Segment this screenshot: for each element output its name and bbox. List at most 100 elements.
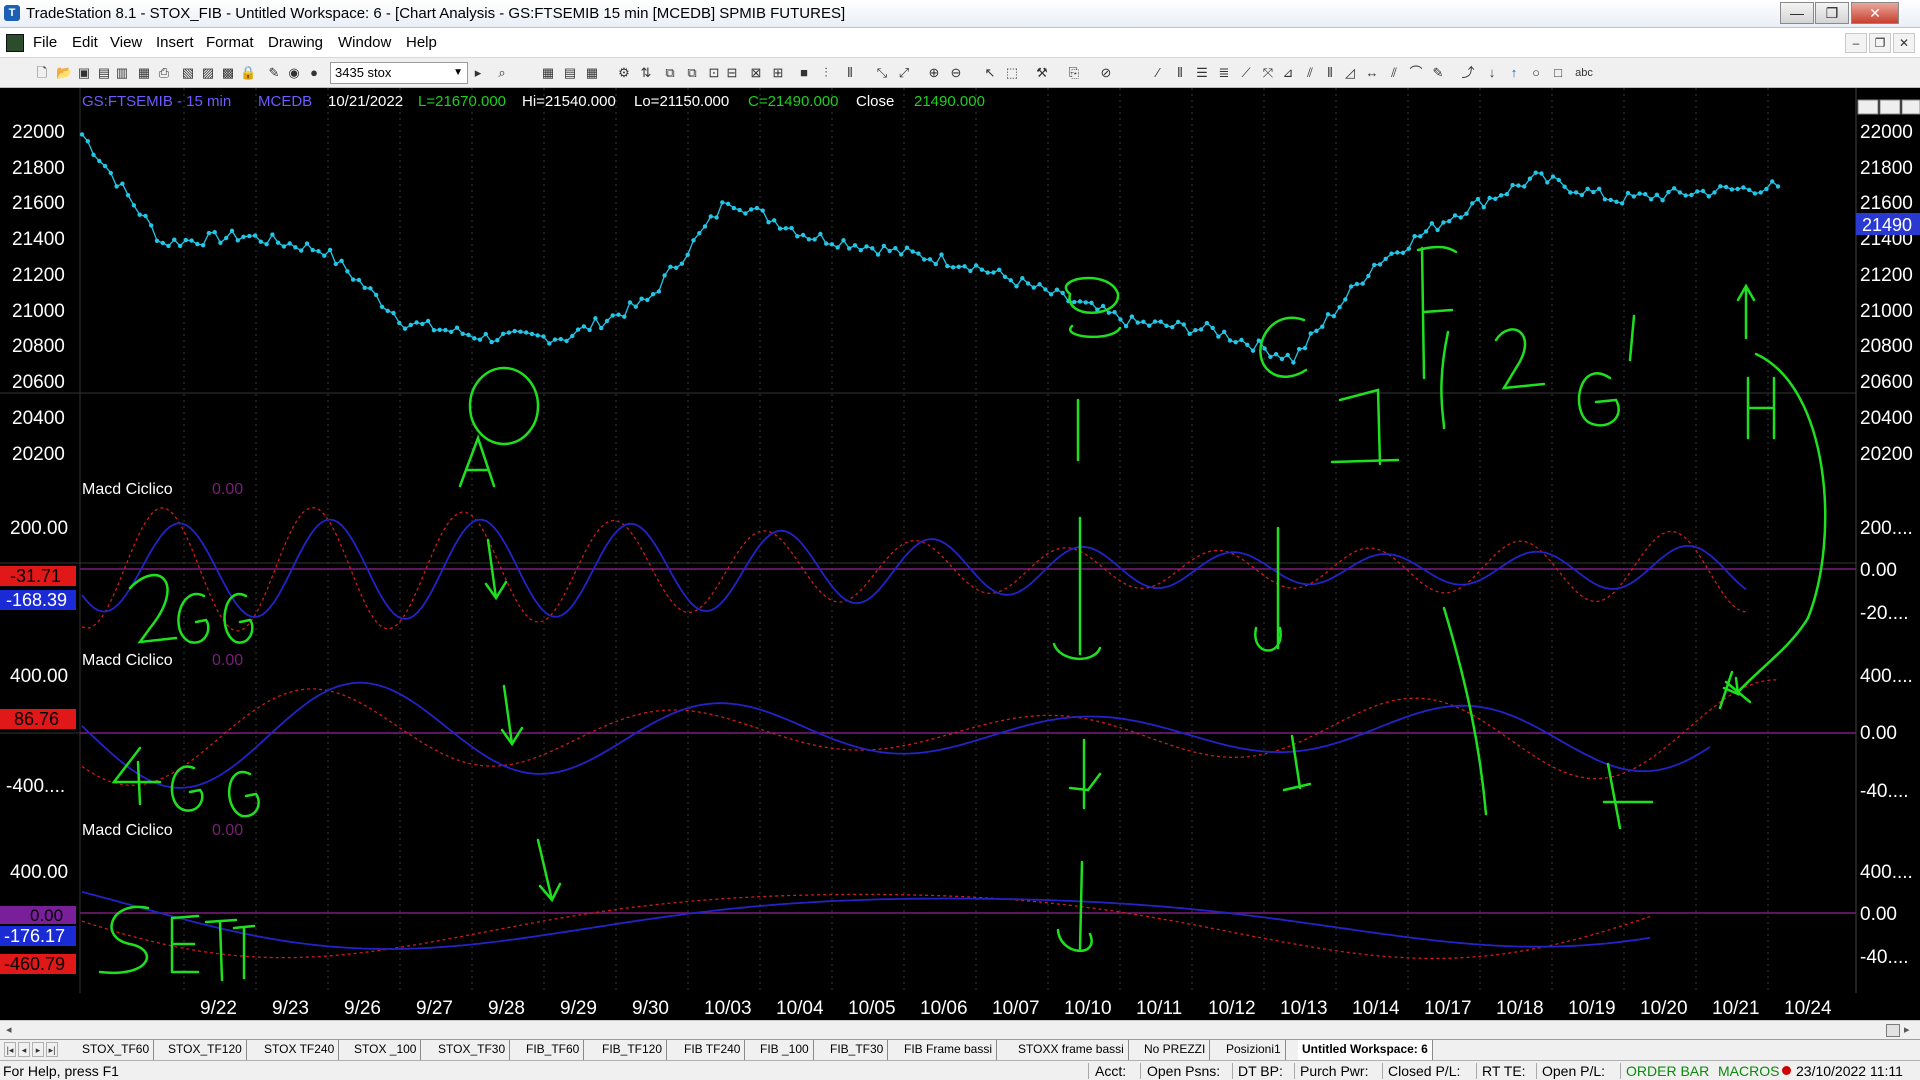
- globe-icon[interactable]: ◉: [286, 65, 302, 81]
- macros-button[interactable]: MACROS: [1718, 1063, 1779, 1079]
- network-icon[interactable]: ⊡: [706, 65, 722, 81]
- tab-fib-tf60[interactable]: FIB_TF60: [522, 1040, 585, 1060]
- bars-icon[interactable]: ⦀: [1172, 65, 1188, 81]
- chart2-icon[interactable]: ⇅: [638, 65, 654, 81]
- color2-icon[interactable]: ⊞: [770, 65, 786, 81]
- tab-fib-frame-bassi[interactable]: FIB Frame bassi: [900, 1040, 998, 1060]
- tools-icon[interactable]: ✎: [266, 65, 282, 81]
- scroll-thumb[interactable]: [1886, 1024, 1900, 1037]
- tab-fib-tf240[interactable]: FIB TF240: [680, 1040, 746, 1060]
- globe2-icon[interactable]: ●: [306, 65, 322, 81]
- export-icon[interactable]: ⎘: [1066, 65, 1082, 81]
- expand-icon[interactable]: ⤡: [874, 65, 890, 81]
- tab-stox-tf240[interactable]: STOX TF240: [260, 1040, 340, 1060]
- disabled-icon[interactable]: ⊘: [1098, 65, 1114, 81]
- chart-area[interactable]: GS:FTSEMIB - 15 min MCEDB 10/21/2022 L=2…: [0, 88, 1920, 1020]
- link-icon[interactable]: ⧉: [662, 65, 678, 81]
- save-icon[interactable]: ▣: [76, 65, 92, 81]
- order-bar-button[interactable]: ORDER BAR: [1626, 1063, 1709, 1079]
- horizontal-scrollbar[interactable]: ◂ ▸: [0, 1020, 1920, 1039]
- scroll-left-icon[interactable]: ◂: [6, 1023, 12, 1036]
- tab-fib-tf30[interactable]: FIB_TF30: [826, 1040, 889, 1060]
- contract-icon[interactable]: ⤢: [896, 65, 912, 81]
- folder2-icon[interactable]: ▥: [114, 65, 130, 81]
- pointer-icon[interactable]: ↖: [982, 65, 998, 81]
- symbol-select[interactable]: 3435 stox ▼: [330, 62, 468, 84]
- menu-window[interactable]: Window: [338, 34, 391, 51]
- pane-close-button[interactable]: [1901, 99, 1920, 115]
- arrow-both-icon[interactable]: ↔: [1364, 65, 1380, 81]
- tab-fib-tf120[interactable]: FIB_TF120: [598, 1040, 668, 1060]
- tab-stox-tf30[interactable]: STOX_TF30: [434, 1040, 511, 1060]
- down-arrow-icon[interactable]: ↓: [1484, 65, 1500, 81]
- link2-icon[interactable]: ⧉: [684, 65, 700, 81]
- print-icon[interactable]: ⎙: [156, 65, 172, 81]
- hammer-icon[interactable]: ⚒: [1034, 65, 1050, 81]
- tab-no-prezzi[interactable]: No PREZZI: [1140, 1040, 1211, 1060]
- grid2-icon[interactable]: ▤: [562, 65, 578, 81]
- chart-icon[interactable]: ⚙: [616, 65, 632, 81]
- tab-untitled-workspace-6[interactable]: Untitled Workspace: 6: [1298, 1040, 1433, 1060]
- color-icon[interactable]: ⊠: [748, 65, 764, 81]
- stack-icon[interactable]: ≣: [1216, 65, 1232, 81]
- mdi-restore-button[interactable]: ❐: [1869, 33, 1891, 53]
- tab-fib-100[interactable]: FIB _100: [756, 1040, 814, 1060]
- arc2-icon[interactable]: ⌒: [1408, 65, 1424, 81]
- bar-icon[interactable]: ■: [796, 65, 812, 81]
- arc-icon[interactable]: ⊿: [1280, 65, 1296, 81]
- folder-icon[interactable]: ▤: [96, 65, 112, 81]
- scroll-right-icon[interactable]: ▸: [1904, 1023, 1910, 1036]
- mdi-minimize-button[interactable]: –: [1845, 33, 1867, 53]
- parallel-icon[interactable]: ⫽: [1386, 65, 1402, 81]
- trendline-icon[interactable]: ⁄: [1150, 65, 1166, 81]
- tab-stox-100[interactable]: STOX _100: [350, 1040, 422, 1060]
- menu-format[interactable]: Format: [206, 34, 254, 51]
- lock-icon[interactable]: 🔒: [240, 65, 256, 81]
- ellipse-icon[interactable]: ○: [1528, 65, 1544, 81]
- triangle-icon[interactable]: ◿: [1342, 65, 1358, 81]
- window-icon[interactable]: ▨: [200, 65, 216, 81]
- lines-icon[interactable]: ☰: [1194, 65, 1210, 81]
- menu-edit[interactable]: Edit: [72, 34, 98, 51]
- chart-canvas[interactable]: GS:FTSEMIB - 15 min MCEDB 10/21/2022 L=2…: [0, 88, 1920, 1020]
- document-icon[interactable]: [6, 34, 24, 52]
- tab-stoxx-frame-bassi[interactable]: STOXX frame bassi: [1014, 1040, 1129, 1060]
- cross-icon[interactable]: ⤧: [1260, 65, 1276, 81]
- close-button[interactable]: ✕: [1851, 2, 1899, 24]
- tab-first-button[interactable]: |◂: [4, 1042, 16, 1057]
- pen-icon[interactable]: ✎: [1430, 65, 1446, 81]
- tab-prev-button[interactable]: ◂: [18, 1042, 30, 1057]
- rectangle-icon[interactable]: □: [1550, 65, 1566, 81]
- grid-icon[interactable]: ▦: [540, 65, 556, 81]
- tab-stox-tf60[interactable]: STOX_TF60: [78, 1040, 155, 1060]
- go-icon[interactable]: ▸: [470, 65, 486, 81]
- minimize-button[interactable]: —: [1780, 2, 1814, 24]
- zoom-in-icon[interactable]: ⊕: [926, 65, 942, 81]
- menu-insert[interactable]: Insert: [156, 34, 194, 51]
- bend-icon[interactable]: ⤴: [1460, 65, 1476, 81]
- pane-minimize-button[interactable]: [1857, 99, 1879, 115]
- tab-last-button[interactable]: ▸|: [46, 1042, 58, 1057]
- menu-help[interactable]: Help: [406, 34, 437, 51]
- mdi-close-button[interactable]: ✕: [1893, 33, 1915, 53]
- restore-button[interactable]: ❐: [1815, 2, 1849, 24]
- menu-file[interactable]: File: [33, 34, 57, 51]
- new-icon[interactable]: 🗋: [34, 65, 50, 81]
- tab-next-button[interactable]: ▸: [32, 1042, 44, 1057]
- up-arrow-icon[interactable]: ↑: [1506, 65, 1522, 81]
- calc-icon[interactable]: ▦: [584, 65, 600, 81]
- find-icon[interactable]: ⌕: [494, 65, 510, 81]
- save2-icon[interactable]: ▦: [136, 65, 152, 81]
- gann-icon[interactable]: ⦀: [1322, 65, 1338, 81]
- tab-stox-tf120[interactable]: STOX_TF120: [164, 1040, 247, 1060]
- fan-icon[interactable]: ⟋: [1238, 65, 1254, 81]
- barcode-icon[interactable]: ⦀: [842, 65, 858, 81]
- window2-icon[interactable]: ▩: [220, 65, 236, 81]
- network2-icon[interactable]: ⊟: [724, 65, 740, 81]
- tab-posizioni1[interactable]: Posizioni1: [1222, 1040, 1286, 1060]
- pane-restore-button[interactable]: [1879, 99, 1901, 115]
- bar2-icon[interactable]: ⫶: [818, 65, 834, 81]
- text-icon[interactable]: abc: [1572, 65, 1596, 81]
- menu-drawing[interactable]: Drawing: [268, 34, 323, 51]
- menu-view[interactable]: View: [110, 34, 142, 51]
